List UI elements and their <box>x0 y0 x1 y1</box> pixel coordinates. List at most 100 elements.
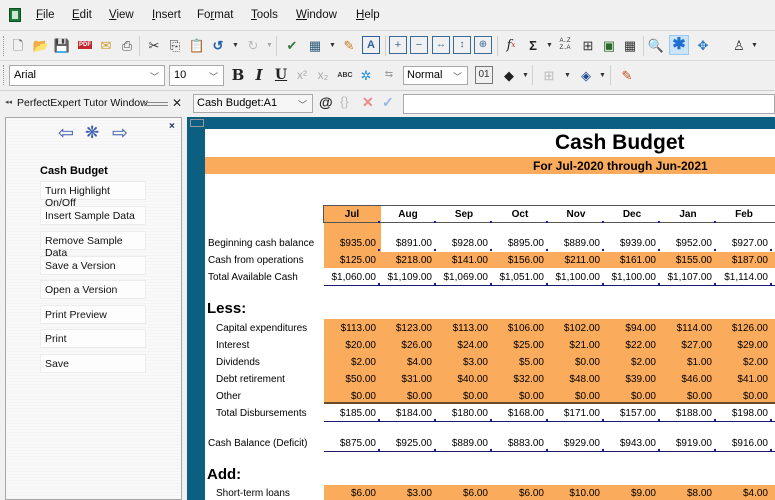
value-cell[interactable]: $5.00 <box>492 357 548 368</box>
value-cell[interactable]: $171.00 <box>548 408 604 419</box>
value-cell[interactable]: $1,109.00 <box>380 272 436 283</box>
edit-properties-icon[interactable]: ✎ <box>618 66 636 84</box>
value-cell[interactable]: $26.00 <box>380 340 436 351</box>
value-cell[interactable]: $39.00 <box>604 374 660 385</box>
value-cell[interactable]: $1.00 <box>660 357 716 368</box>
row-label[interactable]: Total Available Cash <box>208 272 298 283</box>
value-cell[interactable]: $198.00 <box>716 408 772 419</box>
value-cell[interactable]: $952.00 <box>660 238 716 249</box>
print-icon[interactable]: ⎙ <box>118 36 136 54</box>
menu-edit[interactable]: Edit <box>72 9 92 21</box>
borders-dropdown-icon[interactable]: ▼ <box>564 72 571 79</box>
print-button[interactable]: Print <box>40 329 146 348</box>
value-cell[interactable]: $113.00 <box>324 323 380 334</box>
function-icon[interactable]: fx <box>502 36 520 54</box>
row-label[interactable]: Total Disbursements <box>216 408 307 419</box>
value-cell[interactable]: $102.00 <box>548 323 604 334</box>
value-cell[interactable]: $0.00 <box>492 391 548 402</box>
value-cell[interactable]: $168.00 <box>492 408 548 419</box>
value-cell[interactable]: $2.00 <box>604 357 660 368</box>
value-cell[interactable]: $185.00 <box>324 408 380 419</box>
fit-icon[interactable]: ⊕ <box>474 36 492 54</box>
formula-input[interactable] <box>403 94 775 114</box>
value-cell[interactable]: $6.00 <box>492 488 548 499</box>
open-folder-icon[interactable]: 📂 <box>32 36 50 54</box>
value-cell[interactable]: $3.00 <box>436 357 492 368</box>
value-cell[interactable]: $40.00 <box>436 374 492 385</box>
menu-tools[interactable]: Tools <box>251 9 278 21</box>
home-icon[interactable]: ❋ <box>85 123 99 143</box>
value-cell[interactable]: $114.00 <box>660 323 716 334</box>
row-label[interactable]: Capital expenditures <box>216 323 307 334</box>
chart-icon[interactable]: ▦ <box>306 36 324 54</box>
turn-highlight-button[interactable]: Turn Highlight On/Off <box>40 181 146 209</box>
value-cell[interactable]: $1,060.00 <box>324 272 380 283</box>
spreadsheet-grid[interactable]: Cash Budget For Jul-2020 through Jun-202… <box>205 129 775 500</box>
value-cell[interactable]: $1,051.00 <box>492 272 548 283</box>
cell-reference-select[interactable]: Cash Budget:A1 ﹀ <box>193 94 313 113</box>
month-header[interactable]: Jul <box>324 209 380 220</box>
value-cell[interactable]: $929.00 <box>548 438 604 449</box>
value-cell[interactable]: $875.00 <box>324 438 380 449</box>
value-cell[interactable]: $48.00 <box>548 374 604 385</box>
value-cell[interactable]: $123.00 <box>380 323 436 334</box>
sum-dropdown-icon[interactable]: ▼ <box>546 42 553 49</box>
navigate-icon[interactable]: ✥ <box>694 36 712 54</box>
select-all-corner[interactable] <box>190 119 204 127</box>
collapse-panel-icon[interactable]: ◂◂ <box>5 98 12 106</box>
font-name-select[interactable]: Arial ﹀ <box>9 65 165 86</box>
value-cell[interactable]: $4.00 <box>716 488 772 499</box>
row-label[interactable]: Other <box>216 391 241 402</box>
borders-icon[interactable]: ⊞ <box>540 66 558 84</box>
value-cell[interactable]: $0.00 <box>548 391 604 402</box>
row-label[interactable]: Beginning cash balance <box>208 238 314 249</box>
value-cell[interactable]: $46.00 <box>660 374 716 385</box>
menu-file[interactable]: File <box>36 9 55 21</box>
value-cell[interactable]: $157.00 <box>604 408 660 419</box>
value-cell[interactable]: $939.00 <box>604 238 660 249</box>
menu-view[interactable]: View <box>109 9 134 21</box>
panel-drag-handle[interactable] <box>144 102 168 106</box>
copy-icon[interactable]: ⎘ <box>166 36 184 54</box>
at-icon[interactable]: @ <box>319 94 333 110</box>
undo-icon[interactable]: ↺ <box>209 36 227 54</box>
justify-icon[interactable]: ⇆ <box>380 66 398 84</box>
value-cell[interactable]: $925.00 <box>380 438 436 449</box>
month-header[interactable]: Sep <box>436 209 492 220</box>
tutor-inner-close-icon[interactable]: × <box>169 121 175 132</box>
value-cell[interactable]: $188.00 <box>660 408 716 419</box>
month-header[interactable]: Oct <box>492 209 548 220</box>
value-cell[interactable]: $94.00 <box>604 323 660 334</box>
underline-button[interactable]: U <box>272 66 290 84</box>
value-cell[interactable]: $0.00 <box>548 357 604 368</box>
sum-icon[interactable]: Σ <box>524 36 542 54</box>
freeze-icon[interactable]: ▦ <box>621 36 639 54</box>
value-cell[interactable]: $1,100.00 <box>548 272 604 283</box>
subscript-button[interactable]: x₂ <box>314 66 332 84</box>
value-cell[interactable]: $20.00 <box>324 340 380 351</box>
value-cell[interactable]: $155.00 <box>660 255 716 266</box>
save-version-button[interactable]: Save a Version <box>40 256 146 275</box>
value-cell[interactable]: $218.00 <box>380 255 436 266</box>
value-cell[interactable]: $919.00 <box>660 438 716 449</box>
cut-icon[interactable]: ✂ <box>145 36 163 54</box>
value-cell[interactable]: $1,114.00 <box>716 272 772 283</box>
menu-format[interactable]: Format <box>197 9 233 21</box>
style-select[interactable]: Normal ﹀ <box>403 66 468 85</box>
value-cell[interactable]: $184.00 <box>380 408 436 419</box>
value-cell[interactable]: $1,069.00 <box>436 272 492 283</box>
value-cell[interactable]: $161.00 <box>604 255 660 266</box>
value-cell[interactable]: $141.00 <box>436 255 492 266</box>
value-cell[interactable]: $916.00 <box>716 438 772 449</box>
paste-icon[interactable]: 📋 <box>188 36 206 54</box>
sort-icon[interactable]: A..Z Z..A <box>556 36 574 54</box>
delete-row-icon[interactable]: − <box>410 36 428 54</box>
value-cell[interactable]: $187.00 <box>716 255 772 266</box>
back-arrow-icon[interactable]: ⇦ <box>58 122 74 145</box>
forward-arrow-icon[interactable]: ⇨ <box>112 122 128 145</box>
value-cell[interactable]: $10.00 <box>548 488 604 499</box>
value-cell[interactable]: $935.00 <box>324 238 380 249</box>
value-cell[interactable]: $126.00 <box>716 323 772 334</box>
accept-icon[interactable]: ✓ <box>382 94 394 111</box>
value-cell[interactable]: $943.00 <box>604 438 660 449</box>
